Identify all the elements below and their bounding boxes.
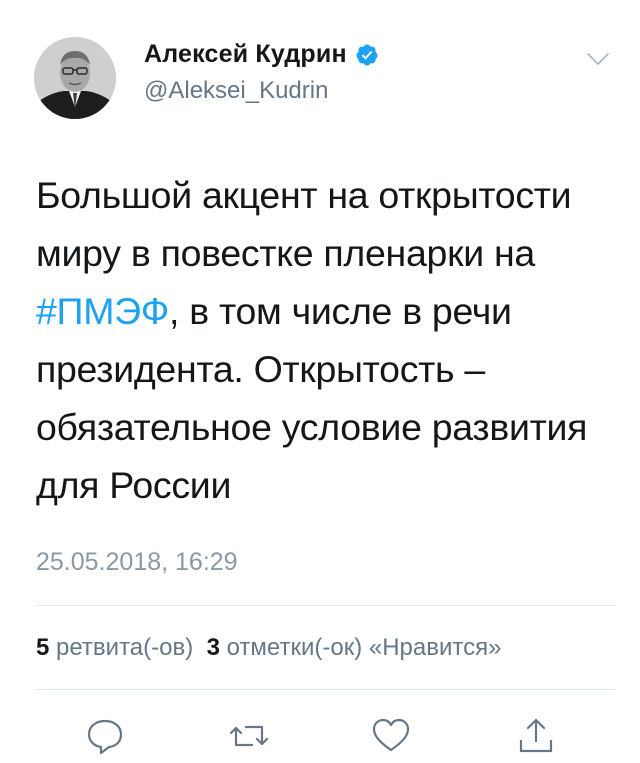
hashtag-link[interactable]: #ПМЭФ xyxy=(36,290,169,332)
profile-photo-icon xyxy=(34,37,116,119)
chevron-down-icon[interactable] xyxy=(585,50,611,68)
like-icon[interactable] xyxy=(370,715,412,757)
likes-count: 3 xyxy=(206,634,220,661)
divider xyxy=(36,605,616,606)
share-icon[interactable] xyxy=(515,715,557,757)
reply-icon[interactable] xyxy=(84,715,126,757)
likes-label: отметки(-ок) «Нравится» xyxy=(226,634,502,661)
action-bar xyxy=(0,715,640,763)
verified-badge-icon xyxy=(355,43,379,67)
retweets-stat[interactable]: 5 ретвита(-ов) xyxy=(36,634,193,661)
divider xyxy=(36,689,616,690)
avatar[interactable] xyxy=(34,37,116,119)
likes-stat[interactable]: 3 отметки(-ок) «Нравится» xyxy=(207,634,502,661)
retweets-label: ретвита(-ов) xyxy=(56,634,194,661)
retweet-icon[interactable] xyxy=(228,715,270,757)
name-row: Алексей Кудрин xyxy=(144,40,379,69)
tweet-text: Большой акцент на открытости миру в пове… xyxy=(36,166,616,514)
engagement-stats: 5 ретвита(-ов) 3 отметки(-ок) «Нравится» xyxy=(36,634,501,662)
timestamp[interactable]: 25.05.2018, 16:29 xyxy=(36,548,238,577)
display-name[interactable]: Алексей Кудрин xyxy=(144,40,347,69)
user-handle[interactable]: @Aleksei_Kudrin xyxy=(144,77,328,105)
retweets-count: 5 xyxy=(36,634,50,661)
tweet-text-part: Большой акцент на открытости миру в пове… xyxy=(36,174,572,274)
